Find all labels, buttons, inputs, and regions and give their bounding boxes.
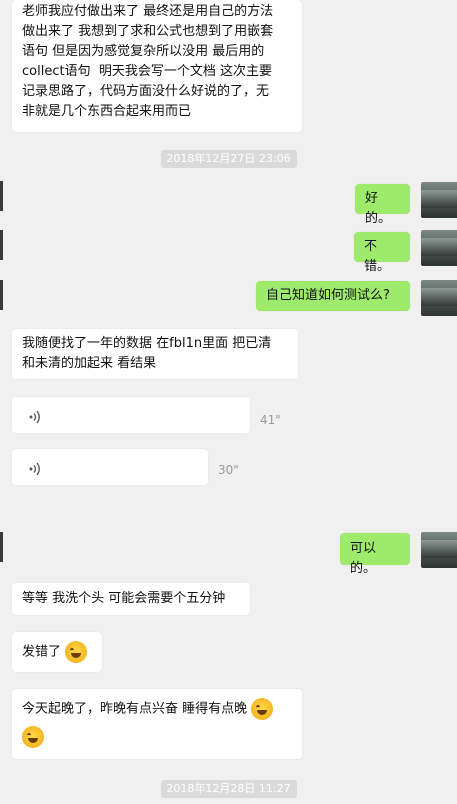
message-bubble-received[interactable]: 发错了: [12, 632, 102, 672]
message-text: 可以的。: [350, 541, 377, 576]
message-text: 发错了: [22, 644, 62, 660]
facepalm-emoji-icon: [65, 641, 88, 663]
message-bubble-sent[interactable]: 自己知道如何测试么?: [256, 281, 410, 311]
timestamp: 2018年12月28日 11:27: [160, 780, 297, 798]
message-text: 今天起晚了，昨晚有点兴奋 睡得有点晚: [22, 701, 248, 717]
message-text: 不错。: [364, 239, 391, 274]
contact-avatar-edge[interactable]: [0, 230, 3, 260]
message-bubble-received[interactable]: 等等 我洗个头 可能会需要个五分钟: [12, 583, 250, 615]
message-text: 等等 我洗个头 可能会需要个五分钟: [22, 591, 226, 606]
message-text: 好的。: [365, 191, 392, 226]
voice-duration: 41": [260, 413, 281, 427]
contact-avatar-edge[interactable]: [0, 532, 3, 562]
voice-wave-icon: [29, 410, 40, 424]
message-bubble-received[interactable]: 我随便找了一年的数据 在fbl1n里面 把已清 和未清的加起来 看结果: [12, 329, 298, 379]
timestamp: 2018年12月27日 23:06: [160, 150, 297, 168]
voice-duration: 30": [218, 463, 239, 477]
contact-avatar-edge[interactable]: [0, 280, 3, 310]
voice-message-bubble[interactable]: [12, 397, 250, 433]
laugh-cry-emoji-icon: [251, 698, 274, 720]
laugh-cry-emoji-icon: [22, 726, 44, 748]
contact-avatar-edge[interactable]: [0, 181, 3, 211]
message-bubble-received[interactable]: 老师我应付做出来了 最终还是用自己的方法 做出来了 我想到了求和公式也想到了用嵌…: [12, 0, 302, 132]
message-bubble-sent[interactable]: 可以的。: [340, 533, 410, 576]
my-avatar[interactable]: [421, 280, 457, 316]
my-avatar[interactable]: [421, 182, 457, 218]
voice-message-bubble[interactable]: [12, 449, 208, 485]
voice-wave-icon: [29, 462, 40, 476]
message-text: 老师我应付做出来了 最终还是用自己的方法 做出来了 我想到了求和公式也想到了用嵌…: [22, 4, 274, 119]
my-avatar[interactable]: [421, 532, 457, 568]
message-bubble-sent[interactable]: 好的。: [355, 184, 410, 226]
message-text: 我随便找了一年的数据 在fbl1n里面 把已清 和未清的加起来 看结果: [22, 336, 272, 371]
my-avatar[interactable]: [421, 230, 457, 266]
message-text: 自己知道如何测试么?: [266, 288, 390, 303]
message-bubble-sent[interactable]: 不错。: [354, 232, 410, 274]
message-bubble-received[interactable]: 今天起晚了，昨晚有点兴奋 睡得有点晚: [12, 689, 302, 759]
